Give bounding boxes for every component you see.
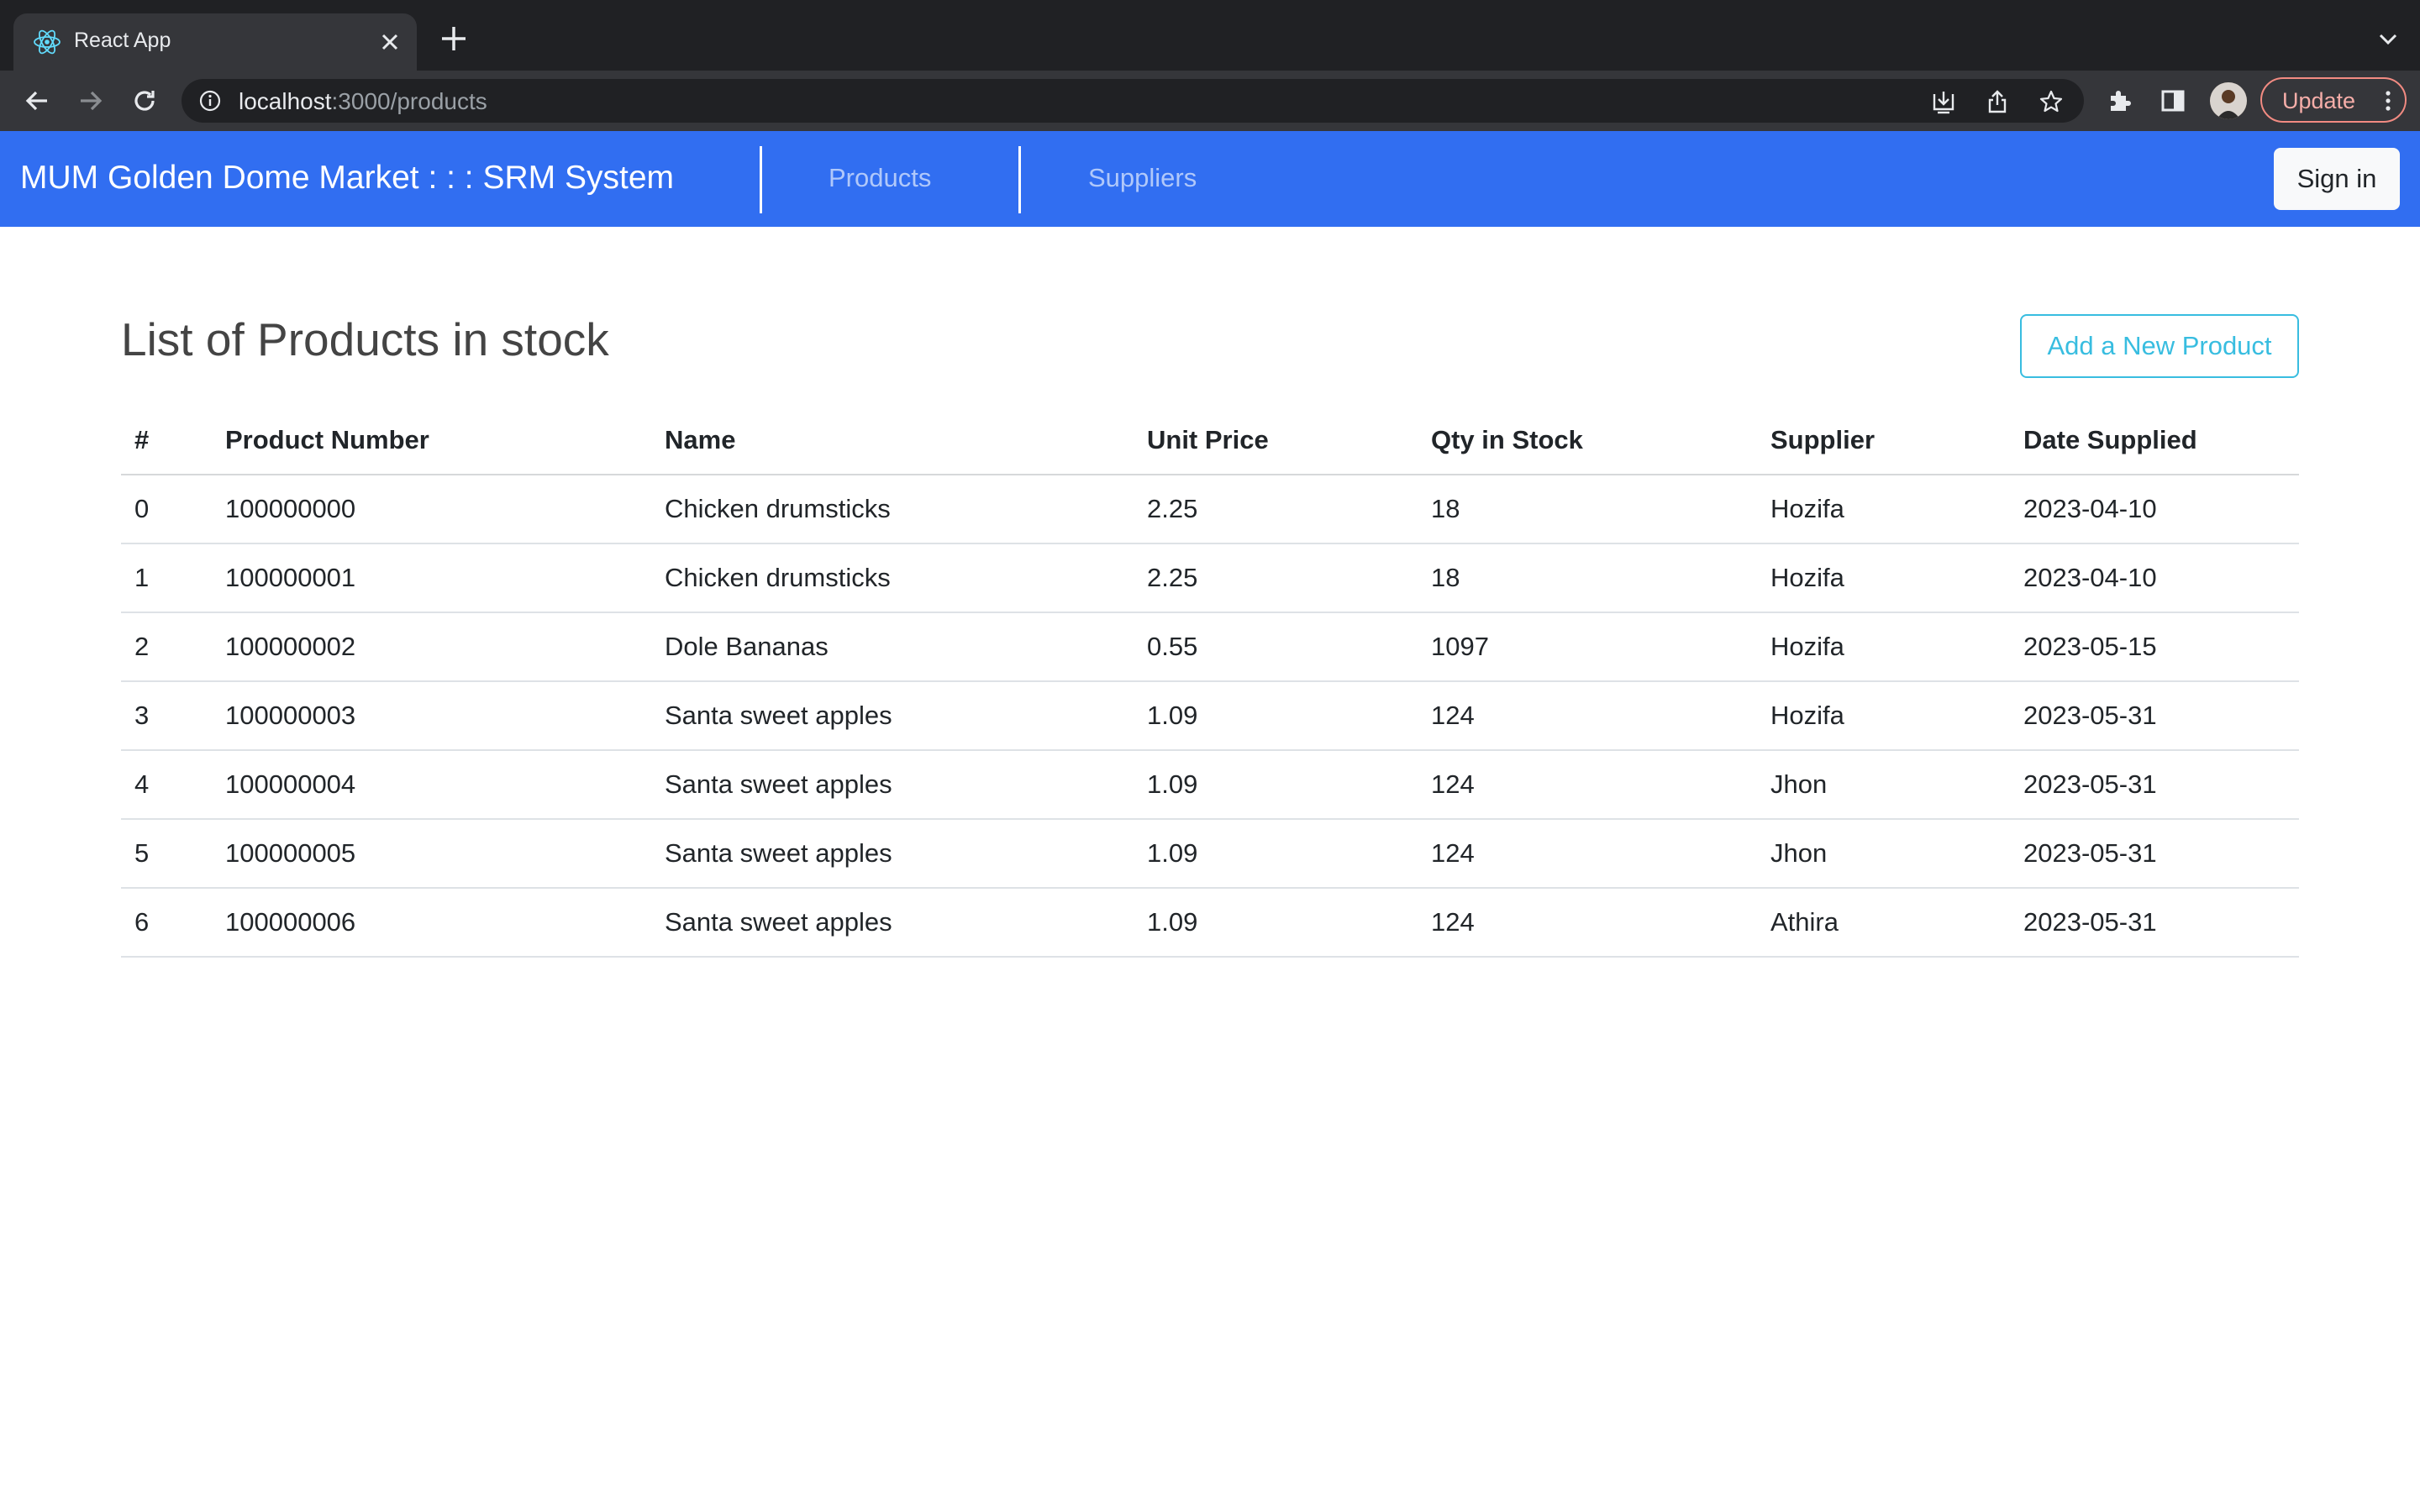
cell-supplier: Hozifa bbox=[1757, 612, 2010, 682]
cell-unit-price: 1.09 bbox=[1134, 888, 1418, 958]
column-header-qty-in-stock: Qty in Stock bbox=[1418, 407, 1757, 475]
more-menu-icon[interactable] bbox=[2383, 89, 2393, 113]
nav-divider bbox=[1018, 146, 1021, 213]
cell-index: 5 bbox=[121, 819, 212, 889]
cell-qty-in-stock: 124 bbox=[1418, 681, 1757, 751]
profile-avatar[interactable] bbox=[2210, 82, 2247, 119]
tab-search-chevron-icon[interactable] bbox=[2373, 24, 2403, 54]
update-label: Update bbox=[2282, 88, 2356, 113]
cell-date-supplied: 2023-04-10 bbox=[2010, 475, 2299, 544]
cell-date-supplied: 2023-05-31 bbox=[2010, 888, 2299, 958]
cell-index: 3 bbox=[121, 681, 212, 751]
cell-qty-in-stock: 1097 bbox=[1418, 612, 1757, 682]
back-arrow-icon[interactable] bbox=[20, 84, 54, 118]
browser-tab[interactable]: React App bbox=[13, 13, 417, 71]
cell-product-number: 100000004 bbox=[212, 750, 651, 820]
cell-name: Santa sweet apples bbox=[651, 888, 1134, 958]
table-row: 5 100000005 Santa sweet apples 1.09 124 … bbox=[121, 819, 2299, 889]
column-header-date-supplied: Date Supplied bbox=[2010, 407, 2299, 475]
cell-product-number: 100000001 bbox=[212, 543, 651, 613]
cell-name: Chicken drumsticks bbox=[651, 475, 1134, 544]
cell-unit-price: 2.25 bbox=[1134, 543, 1418, 613]
address-bar[interactable]: localhost:3000/products bbox=[182, 79, 2084, 123]
table-row: 4 100000004 Santa sweet apples 1.09 124 … bbox=[121, 750, 2299, 820]
cell-supplier: Athira bbox=[1757, 888, 2010, 958]
cell-product-number: 100000003 bbox=[212, 681, 651, 751]
cell-qty-in-stock: 124 bbox=[1418, 750, 1757, 820]
add-new-product-button[interactable]: Add a New Product bbox=[2020, 314, 2299, 378]
cell-name: Santa sweet apples bbox=[651, 819, 1134, 889]
cell-product-number: 100000006 bbox=[212, 888, 651, 958]
share-icon[interactable] bbox=[1985, 89, 2010, 114]
column-header-index: # bbox=[121, 407, 212, 475]
cell-qty-in-stock: 18 bbox=[1418, 475, 1757, 544]
page-title: List of Products in stock bbox=[121, 313, 609, 365]
sign-in-button[interactable]: Sign in bbox=[2274, 148, 2400, 210]
cell-index: 6 bbox=[121, 888, 212, 958]
cell-supplier: Jhon bbox=[1757, 819, 2010, 889]
cell-supplier: Hozifa bbox=[1757, 543, 2010, 613]
cell-product-number: 100000002 bbox=[212, 612, 651, 682]
table-row: 2 100000002 Dole Bananas 0.55 1097 Hozif… bbox=[121, 612, 2299, 682]
cell-index: 1 bbox=[121, 543, 212, 613]
tab-title: React App bbox=[74, 29, 171, 52]
browser-tab-strip: React App bbox=[0, 0, 2420, 71]
cell-index: 2 bbox=[121, 612, 212, 682]
cell-unit-price: 0.55 bbox=[1134, 612, 1418, 682]
nav-link-suppliers[interactable]: Suppliers bbox=[1088, 163, 1197, 193]
cell-name: Chicken drumsticks bbox=[651, 543, 1134, 613]
cell-index: 0 bbox=[121, 475, 212, 544]
nav-divider bbox=[760, 146, 762, 213]
cell-date-supplied: 2023-05-31 bbox=[2010, 819, 2299, 889]
cell-name: Santa sweet apples bbox=[651, 681, 1134, 751]
app-navbar: MUM Golden Dome Market : : : SRM System … bbox=[0, 131, 2420, 227]
column-header-product-number: Product Number bbox=[212, 407, 651, 475]
navbar-brand[interactable]: MUM Golden Dome Market : : : SRM System bbox=[20, 160, 674, 197]
cell-date-supplied: 2023-05-31 bbox=[2010, 681, 2299, 751]
bookmark-star-icon[interactable] bbox=[2039, 89, 2064, 114]
table-row: 0 100000000 Chicken drumsticks 2.25 18 H… bbox=[121, 475, 2299, 544]
cell-product-number: 100000000 bbox=[212, 475, 651, 544]
cell-supplier: Jhon bbox=[1757, 750, 2010, 820]
cell-qty-in-stock: 124 bbox=[1418, 819, 1757, 889]
reload-icon[interactable] bbox=[128, 84, 161, 118]
url-host: localhost bbox=[239, 88, 332, 114]
url-text[interactable]: localhost:3000/products bbox=[239, 88, 487, 115]
cell-date-supplied: 2023-05-15 bbox=[2010, 612, 2299, 682]
cell-unit-price: 2.25 bbox=[1134, 475, 1418, 544]
cell-qty-in-stock: 124 bbox=[1418, 888, 1757, 958]
extensions-puzzle-icon[interactable] bbox=[2104, 86, 2134, 116]
cell-supplier: Hozifa bbox=[1757, 475, 2010, 544]
cell-product-number: 100000005 bbox=[212, 819, 651, 889]
side-panel-icon[interactable] bbox=[2158, 86, 2188, 116]
cell-date-supplied: 2023-05-31 bbox=[2010, 750, 2299, 820]
react-logo-icon bbox=[32, 27, 62, 57]
table-header-row: # Product Number Name Unit Price Qty in … bbox=[121, 407, 2299, 475]
table-row: 6 100000006 Santa sweet apples 1.09 124 … bbox=[121, 888, 2299, 958]
cell-date-supplied: 2023-04-10 bbox=[2010, 543, 2299, 613]
column-header-supplier: Supplier bbox=[1757, 407, 2010, 475]
cell-unit-price: 1.09 bbox=[1134, 750, 1418, 820]
site-info-icon[interactable] bbox=[198, 89, 222, 113]
cell-qty-in-stock: 18 bbox=[1418, 543, 1757, 613]
table-row: 3 100000003 Santa sweet apples 1.09 124 … bbox=[121, 681, 2299, 751]
update-button[interactable]: Update bbox=[2260, 77, 2407, 123]
cell-name: Santa sweet apples bbox=[651, 750, 1134, 820]
cell-unit-price: 1.09 bbox=[1134, 681, 1418, 751]
nav-link-products[interactable]: Products bbox=[829, 163, 931, 193]
cell-index: 4 bbox=[121, 750, 212, 820]
new-tab-plus-icon[interactable] bbox=[435, 20, 472, 57]
install-app-icon[interactable] bbox=[1931, 89, 1956, 114]
column-header-unit-price: Unit Price bbox=[1134, 407, 1418, 475]
tab-close-icon[interactable] bbox=[373, 25, 407, 59]
cell-supplier: Hozifa bbox=[1757, 681, 2010, 751]
column-header-name: Name bbox=[651, 407, 1134, 475]
forward-arrow-icon[interactable] bbox=[74, 84, 108, 118]
cell-name: Dole Bananas bbox=[651, 612, 1134, 682]
cell-unit-price: 1.09 bbox=[1134, 819, 1418, 889]
table-row: 1 100000001 Chicken drumsticks 2.25 18 H… bbox=[121, 543, 2299, 613]
products-table: # Product Number Name Unit Price Qty in … bbox=[121, 407, 2299, 958]
browser-toolbar: localhost:3000/products Update bbox=[0, 71, 2420, 131]
url-path: :3000/products bbox=[331, 88, 487, 114]
